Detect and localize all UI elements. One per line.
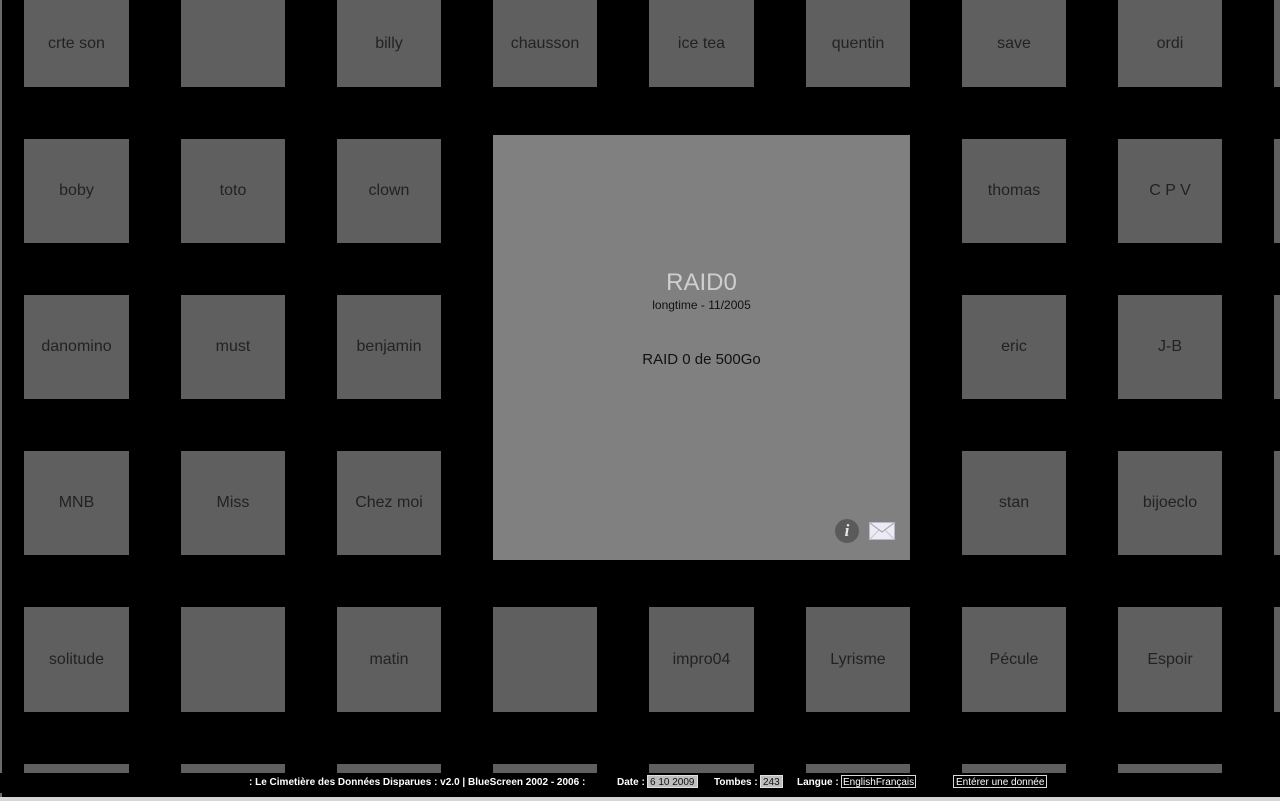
tomb-tile[interactable]: boby [24, 139, 129, 243]
tomb-tile[interactable]: benjamin [337, 295, 441, 399]
tomb-tile[interactable]: crte son [24, 0, 129, 87]
tomb-tile[interactable]: Miss [181, 451, 285, 555]
date-value: 6 10 2009 [647, 775, 698, 788]
tomb-tile[interactable] [181, 0, 285, 87]
window-bottom-border [0, 797, 1280, 801]
tomb-tile[interactable]: ordi [1118, 0, 1222, 87]
tomb-tile-partial[interactable] [1274, 607, 1280, 712]
tomb-author-date: longtime - 11/2005 [652, 298, 751, 312]
tomb-tile-partial[interactable] [1274, 139, 1280, 243]
tomb-tile-partial[interactable] [806, 764, 910, 773]
tomb-tile[interactable]: impro04 [649, 607, 754, 712]
tomb-tile-partial[interactable] [962, 764, 1066, 773]
tomb-tile-partial[interactable] [1274, 295, 1280, 399]
tomb-tile[interactable]: matin [337, 607, 441, 712]
tomb-tile[interactable]: chausson [493, 0, 597, 87]
tomb-tile[interactable]: eric [962, 295, 1066, 399]
tomb-tile[interactable]: Chez moi [337, 451, 441, 555]
tomb-tile-partial[interactable] [337, 764, 441, 773]
tomb-tile[interactable]: quentin [806, 0, 910, 87]
tomb-tile-partial[interactable] [649, 764, 754, 773]
tomb-tile[interactable]: stan [962, 451, 1066, 555]
tomb-tile[interactable]: thomas [962, 139, 1066, 243]
tomb-detail-panel: RAID0 longtime - 11/2005 RAID 0 de 500Go… [493, 135, 910, 560]
tomb-tile[interactable]: MNB [24, 451, 129, 555]
tombes-label: Tombes : [714, 777, 758, 788]
footer-bar: : Le Cimetière des Données Disparues : v… [0, 773, 1280, 793]
site-title: : Le Cimetière des Données Disparues : v… [249, 777, 586, 788]
tomb-tile-partial[interactable] [1274, 0, 1280, 87]
tomb-tile[interactable]: solitude [24, 607, 129, 712]
tomb-tile[interactable]: J-B [1118, 295, 1222, 399]
tomb-tile-partial[interactable] [181, 764, 285, 773]
tomb-tile[interactable]: Pécule [962, 607, 1066, 712]
tombes-count: 243 [760, 775, 783, 788]
tomb-tile-partial[interactable] [1118, 764, 1222, 773]
tomb-description: RAID 0 de 500Go [642, 351, 761, 368]
window-left-border [0, 0, 2, 797]
language-switcher: EnglishFrançais [841, 775, 917, 788]
enter-data-button[interactable]: Entérer une donnée [953, 775, 1048, 788]
tomb-title: RAID0 [666, 269, 737, 296]
lang-francais-link[interactable]: Français [876, 777, 914, 788]
info-icon[interactable]: i [835, 519, 859, 543]
tomb-tile[interactable] [493, 607, 597, 712]
date-label: Date : [617, 777, 645, 788]
tomb-tile[interactable]: danomino [24, 295, 129, 399]
tomb-tile[interactable]: Espoir [1118, 607, 1222, 712]
tomb-tile[interactable]: ice tea [649, 0, 754, 87]
langue-label: Langue : [797, 777, 839, 788]
envelope-icon[interactable] [869, 522, 895, 540]
tomb-tile[interactable]: billy [337, 0, 441, 87]
tomb-tile[interactable] [181, 607, 285, 712]
tomb-tile[interactable]: bijoeclo [1118, 451, 1222, 555]
cemetery-page: crte son billy chausson ice tea quentin … [0, 0, 1280, 801]
tomb-tile[interactable]: C P V [1118, 139, 1222, 243]
tomb-tile-partial[interactable] [493, 764, 597, 773]
tomb-tile[interactable]: toto [181, 139, 285, 243]
tomb-tile[interactable]: Lyrisme [806, 607, 910, 712]
tomb-tile[interactable]: clown [337, 139, 441, 243]
tomb-tile-partial[interactable] [24, 764, 129, 773]
tomb-tile-partial[interactable] [1274, 451, 1280, 555]
tomb-tile[interactable]: must [181, 295, 285, 399]
lang-english-link[interactable]: English [843, 777, 876, 788]
tomb-tile[interactable]: save [962, 0, 1066, 87]
